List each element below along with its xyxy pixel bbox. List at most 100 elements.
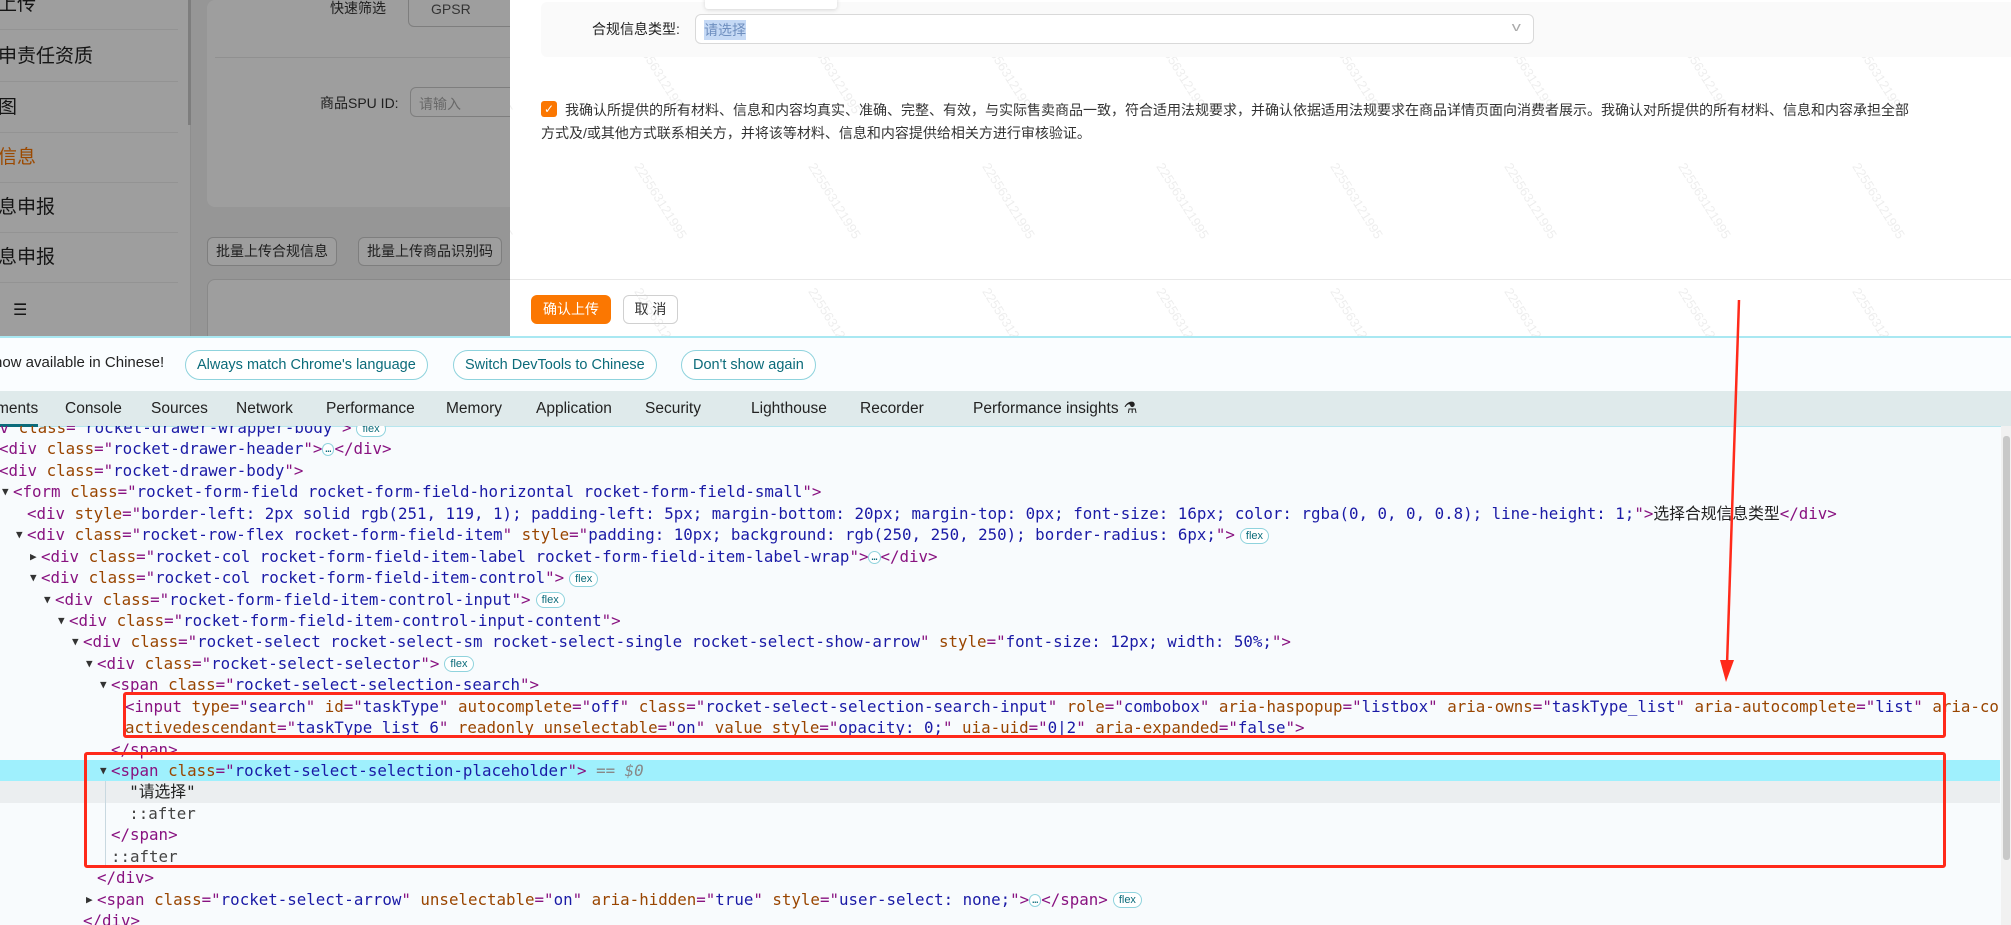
- attr-value-token: font-size: 12px; width: 50%;: [1005, 632, 1272, 652]
- tab-sources[interactable]: Sources: [151, 391, 208, 427]
- dom-node-line[interactable]: </div>: [0, 867, 2000, 888]
- tab-performance-insights[interactable]: Performance insights ⚗: [973, 391, 1138, 427]
- dom-node-line[interactable]: ▼ <div class="rocket-row-flex rocket-form…: [0, 524, 2000, 545]
- expand-triangle-icon[interactable]: ▼: [100, 674, 107, 695]
- attr-value-token: rocket-select-selector: [211, 653, 421, 673]
- sidebar-item[interactable]: 息申报: [0, 233, 178, 283]
- tag-token: <span: [111, 761, 169, 781]
- dom-node-line[interactable]: </div>: [0, 910, 2000, 925]
- sidebar-scrollbar[interactable]: [188, 0, 191, 125]
- watermark-text: 225563121995: [1849, 160, 1908, 242]
- dom-node-line[interactable]: ▼ <span class="rocket-select-selection-pl…: [0, 760, 2000, 782]
- quick-filter-value: GPSR: [431, 1, 471, 17]
- web-page: 上传 申责任资质图信息 息申报 息申报 ☰ 快速筛选 GPSR 商品SPU ID: 请输…: [0, 0, 2011, 336]
- attr-name-token: class: [638, 696, 687, 716]
- tag-token: =": [696, 889, 716, 909]
- dom-node-line[interactable]: </span>: [0, 739, 2000, 760]
- tab-network[interactable]: Network: [236, 391, 293, 427]
- switch-to-chinese-button[interactable]: Switch DevTools to Chinese: [453, 350, 657, 380]
- tag-token: =": [569, 525, 589, 545]
- tab-performance[interactable]: Performance: [326, 391, 415, 427]
- dom-node-line[interactable]: </span>: [0, 824, 2000, 845]
- dom-node-line[interactable]: ▼ <form class="rocket-form-field rocket-f…: [0, 481, 2000, 502]
- tag-token: </span>: [1041, 889, 1108, 909]
- dom-node-line[interactable]: ▼ <div class="rocket-select rocket-select…: [0, 631, 2000, 652]
- tab-application[interactable]: Application: [536, 391, 612, 427]
- flex-badge[interactable]: flex: [444, 656, 474, 673]
- dont-show-again-button[interactable]: Don't show again: [681, 350, 816, 380]
- tag-token: =": [136, 568, 156, 588]
- batch-upload-id-code-button[interactable]: 批量上传商品识别码: [358, 237, 502, 266]
- dom-node-line[interactable]: ▼ <div class="rocket-form-field-item-cont…: [0, 589, 2000, 610]
- sidebar-item[interactable]: 图: [0, 83, 178, 133]
- dom-node-line[interactable]: ▶ <span class="rocket-select-arrow" unsel…: [0, 889, 2000, 910]
- agreement-checkbox[interactable]: ✓: [541, 101, 557, 117]
- scrollbar[interactable]: [2001, 426, 2011, 925]
- sidebar-item[interactable]: 上传: [0, 0, 178, 30]
- ellipsis-expand-button[interactable]: …: [322, 443, 335, 457]
- compliance-type-select[interactable]: 请选择 v: [695, 14, 1534, 44]
- tag-token: ">: [332, 426, 352, 437]
- expand-triangle-icon[interactable]: ▼: [2, 481, 9, 502]
- sidebar-item[interactable]: 息申报: [0, 183, 178, 233]
- dom-node-line[interactable]: "请选择": [0, 781, 2000, 803]
- attr-value-token: taskType_list: [1551, 696, 1676, 716]
- expand-triangle-icon[interactable]: ▼: [86, 653, 93, 674]
- tab-security[interactable]: Security: [645, 391, 701, 427]
- collapse-menu-icon[interactable]: ☰: [13, 300, 27, 320]
- expand-triangle-icon[interactable]: ▶: [30, 546, 37, 567]
- tab-lighthouse[interactable]: Lighthouse: [751, 391, 827, 427]
- dom-node-content: <span class="rocket-select-arrow" unsele…: [97, 889, 1142, 910]
- cancel-button[interactable]: 取 消: [623, 295, 678, 324]
- dom-node-line[interactable]: <div class="rocket-drawer-body">: [0, 460, 2000, 481]
- dom-node-line[interactable]: ▼ <div class="rocket-form-field-item-cont…: [0, 610, 2000, 631]
- dom-node-line[interactable]: <input type="search" id="taskType" autoc…: [0, 696, 2000, 717]
- batch-upload-compliance-button[interactable]: 批量上传合规信息: [207, 237, 337, 266]
- flex-badge[interactable]: flex: [1239, 527, 1270, 544]
- attr-value-token: off: [591, 696, 620, 716]
- ellipsis-expand-button[interactable]: …: [868, 550, 881, 564]
- elements-tree[interactable]: <div class="rocket-drawer-wrapper-body">…: [0, 426, 2000, 925]
- tag-token: </div>: [334, 439, 392, 459]
- tab-recorder[interactable]: Recorder: [860, 391, 924, 427]
- expand-triangle-icon[interactable]: ▶: [86, 889, 93, 910]
- flex-badge[interactable]: flex: [356, 426, 386, 437]
- dom-node-line[interactable]: ▼ <span class="rocket-select-selection-se…: [0, 674, 2000, 695]
- tag-token: =": [343, 696, 363, 716]
- tab-ments[interactable]: ments: [0, 391, 39, 427]
- tab-console[interactable]: Console: [65, 391, 122, 427]
- watermark-text: 225563121995: [1675, 285, 1734, 336]
- dom-node-line[interactable]: ▼ <div class="rocket-col rocket-form-fiel…: [0, 567, 2000, 588]
- sidebar-item[interactable]: 信息: [0, 133, 178, 183]
- tab-memory[interactable]: Memory: [446, 391, 502, 427]
- dom-node-line[interactable]: ▼ <div class="rocket-select-selector"> fle…: [0, 653, 2000, 674]
- confirm-upload-button[interactable]: 确认上传: [531, 295, 611, 324]
- attr-name-token: role: [1066, 696, 1105, 716]
- dom-node-line[interactable]: <div class="rocket-drawer-wrapper-body">…: [0, 426, 2000, 438]
- expand-triangle-icon[interactable]: ▼: [58, 610, 65, 631]
- expand-triangle-icon[interactable]: ▼: [72, 631, 79, 652]
- tag-token: ">: [802, 482, 822, 502]
- expand-triangle-icon[interactable]: ▼: [100, 760, 107, 781]
- flex-badge[interactable]: flex: [569, 570, 599, 587]
- flex-badge[interactable]: flex: [1112, 892, 1142, 909]
- flex-badge[interactable]: flex: [535, 592, 565, 609]
- dom-node-line[interactable]: <div style="border-left: 2px solid rgb(2…: [0, 503, 2000, 524]
- sidebar-item[interactable]: 申责任资质: [0, 32, 178, 82]
- dom-node-line[interactable]: ::after: [0, 803, 2000, 824]
- dom-node-line[interactable]: ▶ <div class="rocket-col rocket-form-fiel…: [0, 546, 2000, 567]
- dom-node-line[interactable]: <div class="rocket-drawer-header">… </div…: [0, 438, 2000, 459]
- scrollbar-thumb[interactable]: [2003, 436, 2010, 860]
- attr-value-token: rocket-form-field-item-control-input-con…: [183, 610, 602, 630]
- always-match-language-button[interactable]: Always match Chrome's language: [185, 350, 428, 380]
- expand-triangle-icon[interactable]: ▼: [16, 524, 23, 545]
- tag-token: </div>: [97, 868, 155, 888]
- ellipsis-expand-button[interactable]: …: [1029, 893, 1042, 907]
- expand-triangle-icon[interactable]: ▼: [44, 589, 51, 610]
- dom-node-line[interactable]: ::after: [0, 846, 2000, 867]
- dom-node-line[interactable]: activedescendant="taskType_list_6" reado…: [0, 717, 2000, 738]
- expand-triangle-icon[interactable]: ▼: [30, 567, 37, 588]
- quick-filter-select[interactable]: GPSR: [408, 0, 510, 27]
- spu-input[interactable]: 请输入: [410, 87, 510, 117]
- watermark-text: 225563121995: [510, 160, 516, 242]
